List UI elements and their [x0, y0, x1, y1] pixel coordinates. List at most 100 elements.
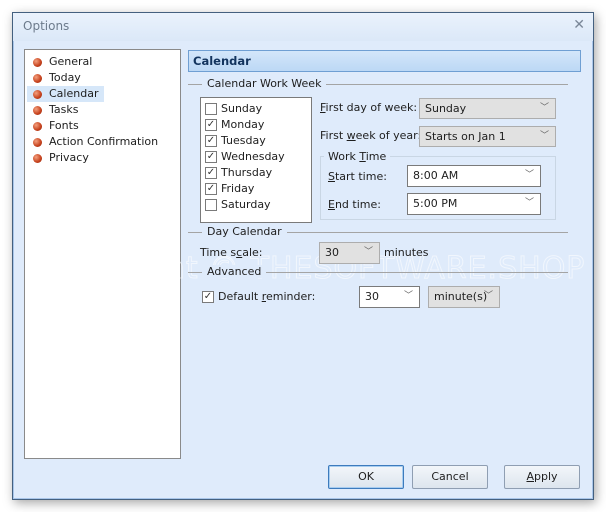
nav-item-general[interactable]: General: [27, 54, 98, 70]
chevron-down-icon: ﹀: [363, 247, 373, 257]
day-friday[interactable]: ✓ Friday: [205, 181, 254, 197]
bullet-icon: [33, 138, 42, 147]
reminder-value-dropdown[interactable]: 30 ﹀: [359, 286, 420, 308]
first-week-label: First week of year:: [320, 129, 421, 142]
work-days-list: Sunday ✓ Monday ✓ Tuesday ✓ Wednesday ✓ Thur…: [200, 97, 312, 223]
day-tuesday[interactable]: ✓ Tuesday: [205, 133, 266, 149]
bullet-icon: [33, 122, 42, 131]
reminder-unit-dropdown[interactable]: minute(s) ﹀: [428, 286, 500, 308]
label-text: ime: [365, 150, 387, 163]
mnemonic: A: [526, 470, 534, 483]
day-thursday[interactable]: ✓ Thursday: [205, 165, 272, 181]
time-scale-unit: minutes: [384, 246, 429, 259]
checkmark-icon[interactable]: ✓: [202, 291, 214, 303]
bullet-icon: [33, 74, 42, 83]
nav-item-today[interactable]: Today: [27, 70, 87, 86]
dropdown-value: 5:00 PM: [413, 197, 458, 210]
day-label: Wednesday: [221, 150, 285, 163]
options-nav-list: General Today Calendar Tasks Fonts Actio…: [24, 49, 181, 459]
checkmark-icon[interactable]: ✓: [205, 135, 217, 147]
ok-button[interactable]: OK: [328, 465, 404, 489]
chevron-down-icon: ﹀: [524, 170, 534, 180]
work-week-group-label: Calendar Work Week: [202, 77, 327, 90]
mnemonic: w: [346, 129, 356, 142]
nav-item-label: Tasks: [49, 103, 79, 116]
nav-item-label: Action Confirmation: [49, 135, 159, 148]
close-icon[interactable]: ✕: [573, 17, 585, 33]
label-text: eminder:: [265, 290, 316, 303]
time-scale-label: Time scale:: [200, 246, 263, 259]
work-time-group-label: Work Time: [324, 150, 391, 163]
nav-item-label: Privacy: [49, 151, 89, 164]
bullet-icon: [33, 58, 42, 67]
label-text: First: [320, 129, 347, 142]
label-text: tart time:: [334, 170, 387, 183]
checkmark-icon[interactable]: ✓: [205, 151, 217, 163]
first-week-dropdown[interactable]: Starts on Jan 1 ﹀: [419, 126, 556, 147]
label-text: pply: [534, 470, 558, 483]
dropdown-value: Sunday: [425, 102, 467, 115]
end-time-dropdown[interactable]: 5:00 PM ﹀: [407, 193, 541, 215]
label-text: nd time:: [334, 198, 381, 211]
label-text: ale:: [242, 246, 263, 259]
window-title: Options: [23, 19, 70, 33]
nav-item-fonts[interactable]: Fonts: [27, 118, 85, 134]
label-text: Work: [328, 150, 360, 163]
day-label: Monday: [221, 118, 265, 131]
section-title: Calendar: [188, 50, 581, 72]
nav-item-tasks[interactable]: Tasks: [27, 102, 84, 118]
title-bar: Options ✕: [13, 13, 593, 41]
label-text: Default: [218, 290, 262, 303]
bullet-icon: [33, 106, 42, 115]
label-text: eek of year:: [355, 129, 422, 142]
nav-item-calendar[interactable]: Calendar: [27, 86, 105, 102]
time-scale-dropdown[interactable]: 30 ﹀: [319, 242, 380, 264]
nav-item-label: Calendar: [49, 87, 99, 100]
default-reminder-label: Default reminder:: [218, 290, 315, 303]
day-monday[interactable]: ✓ Monday: [205, 117, 264, 133]
chevron-down-icon: ﹀: [524, 198, 534, 208]
mnemonic: E: [328, 198, 335, 211]
chevron-down-icon: ﹀: [539, 131, 549, 141]
chevron-down-icon: ﹀: [539, 103, 549, 113]
apply-button[interactable]: Apply: [504, 465, 580, 489]
nav-item-label: General: [49, 55, 93, 68]
chevron-down-icon: ﹀: [483, 291, 493, 301]
day-saturday[interactable]: Saturday: [205, 197, 271, 213]
nav-item-privacy[interactable]: Privacy: [27, 150, 95, 166]
end-time-label: End time:: [328, 198, 381, 211]
day-label: Tuesday: [221, 134, 266, 147]
checkmark-icon[interactable]: ✓: [205, 167, 217, 179]
options-dialog: Options ✕ General Today Calendar Tasks F…: [12, 12, 594, 500]
first-day-dropdown[interactable]: Sunday ﹀: [419, 98, 556, 119]
day-label: Sunday: [221, 102, 263, 115]
day-label: Thursday: [221, 166, 273, 179]
start-time-label: Start time:: [328, 170, 387, 183]
checkmark-icon[interactable]: ✓: [205, 119, 217, 131]
nav-item-label: Fonts: [49, 119, 79, 132]
dropdown-value: minute(s): [434, 290, 488, 303]
label-text: Time s: [200, 246, 237, 259]
mnemonic: S: [328, 170, 335, 183]
chevron-down-icon: ﹀: [403, 291, 413, 301]
nav-item-label: Today: [49, 71, 81, 84]
dropdown-value: 8:00 AM: [413, 169, 459, 182]
default-reminder-checkbox[interactable]: ✓ Default reminder:: [202, 289, 315, 305]
label-text: irst day of week:: [325, 101, 418, 114]
checkbox-unchecked[interactable]: [205, 199, 217, 211]
day-label: Friday: [221, 182, 255, 195]
dropdown-value: 30: [325, 246, 339, 259]
start-time-dropdown[interactable]: 8:00 AM ﹀: [407, 165, 541, 187]
cancel-button[interactable]: Cancel: [412, 465, 488, 489]
dropdown-value: 30: [365, 290, 379, 303]
checkbox-unchecked[interactable]: [205, 103, 217, 115]
nav-item-action-confirmation[interactable]: Action Confirmation: [27, 134, 164, 150]
day-wednesday[interactable]: ✓ Wednesday: [205, 149, 285, 165]
bullet-icon: [33, 154, 42, 163]
dropdown-value: Starts on Jan 1: [425, 130, 506, 143]
day-sunday[interactable]: Sunday: [205, 101, 262, 117]
checkmark-icon[interactable]: ✓: [205, 183, 217, 195]
day-calendar-group-label: Day Calendar: [202, 225, 287, 238]
advanced-group-label: Advanced: [202, 265, 267, 278]
bullet-icon: [33, 90, 42, 99]
